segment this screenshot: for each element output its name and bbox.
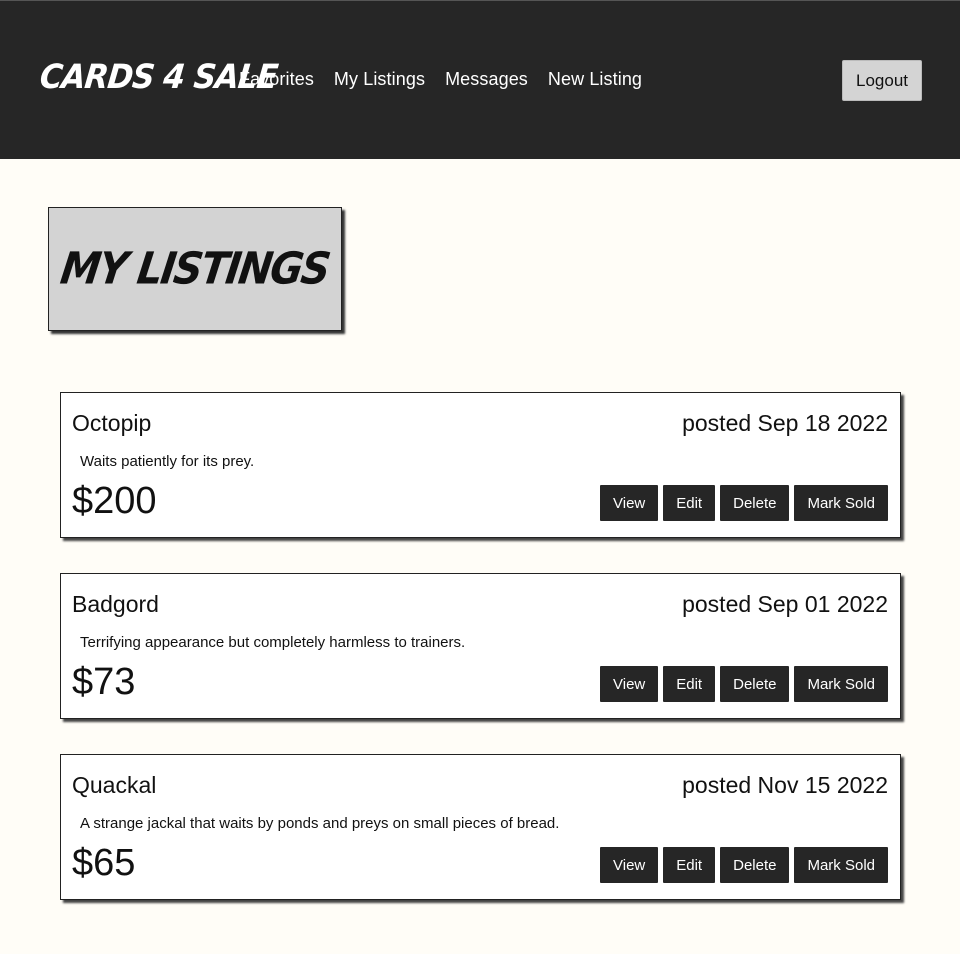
listing-description: A strange jackal that waits by ponds and… xyxy=(80,815,560,832)
nav-link-favorites[interactable]: Favorites xyxy=(239,69,314,90)
listing-actions: View Edit Delete Mark Sold xyxy=(600,666,888,702)
listing-card: Quackal posted Nov 15 2022 A strange jac… xyxy=(60,754,901,900)
page-heading-box: MY LISTINGS xyxy=(48,207,342,331)
nav-link-my-listings[interactable]: My Listings xyxy=(334,69,425,90)
delete-button[interactable]: Delete xyxy=(720,847,790,883)
listing-name: Badgord xyxy=(72,591,159,617)
delete-button[interactable]: Delete xyxy=(720,666,790,702)
listing-price: $200 xyxy=(72,480,157,522)
listing-description: Waits patiently for its prey. xyxy=(80,453,255,470)
listing-name: Quackal xyxy=(72,772,157,798)
nav-link-messages[interactable]: Messages xyxy=(445,69,528,90)
page-title: MY LISTINGS xyxy=(57,243,333,295)
listing-description: Terrifying appearance but completely har… xyxy=(80,634,466,651)
navbar: CARDS 4 SALE Favorites My Listings Messa… xyxy=(0,0,960,159)
mark-sold-button[interactable]: Mark Sold xyxy=(794,847,888,883)
logout-button[interactable]: Logout xyxy=(842,60,922,101)
view-button[interactable]: View xyxy=(600,847,659,883)
view-button[interactable]: View xyxy=(600,485,659,521)
nav-link-new-listing[interactable]: New Listing xyxy=(548,69,642,90)
listing-card: Octopip posted Sep 18 2022 Waits patient… xyxy=(60,392,901,538)
listing-date: posted Nov 15 2022 xyxy=(682,772,888,798)
edit-button[interactable]: Edit xyxy=(663,485,716,521)
listing-name: Octopip xyxy=(72,410,152,436)
listing-date: posted Sep 01 2022 xyxy=(682,591,888,617)
mark-sold-button[interactable]: Mark Sold xyxy=(794,666,888,702)
listing-actions: View Edit Delete Mark Sold xyxy=(600,847,888,883)
listing-actions: View Edit Delete Mark Sold xyxy=(600,485,888,521)
listing-price: $65 xyxy=(72,842,136,884)
mark-sold-button[interactable]: Mark Sold xyxy=(794,485,888,521)
listing-date: posted Sep 18 2022 xyxy=(682,410,888,436)
listing-price: $73 xyxy=(72,661,136,703)
edit-button[interactable]: Edit xyxy=(663,847,716,883)
view-button[interactable]: View xyxy=(600,666,659,702)
edit-button[interactable]: Edit xyxy=(663,666,716,702)
listing-card: Badgord posted Sep 01 2022 Terrifying ap… xyxy=(60,573,901,719)
delete-button[interactable]: Delete xyxy=(720,485,790,521)
nav-links: Favorites My Listings Messages New Listi… xyxy=(239,69,642,90)
